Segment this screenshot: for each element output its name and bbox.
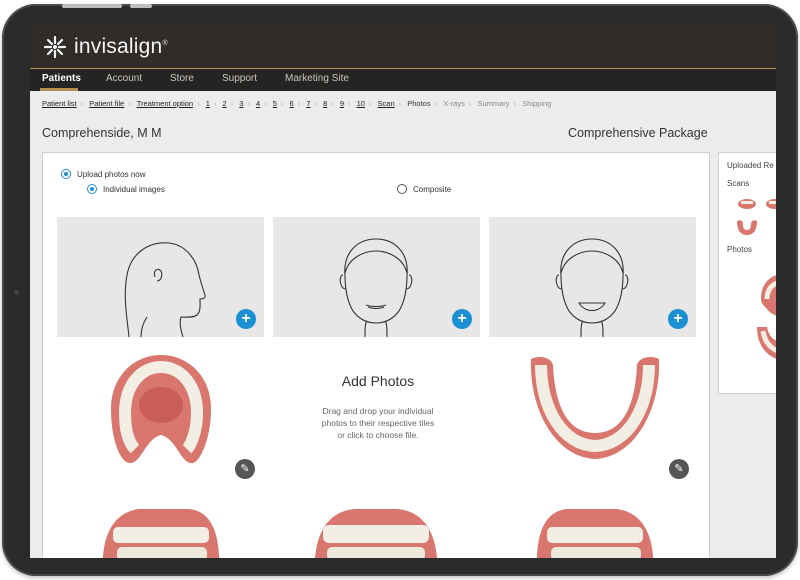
crumb-step-10[interactable]: 10 [357, 99, 365, 108]
frontal-face-illustration [339, 238, 413, 338]
brand-name: invisalign® [74, 35, 168, 58]
scan-thumbnail-arch[interactable] [735, 217, 759, 237]
starburst-icon [43, 35, 67, 59]
crumb-step-5[interactable]: 5 [273, 99, 277, 108]
photo-tile-profile[interactable]: + [57, 217, 264, 338]
front-bite-image[interactable] [311, 503, 441, 558]
left-bite-image[interactable] [533, 503, 657, 558]
radio-label: Composite [413, 184, 452, 194]
profile-face-illustration [124, 242, 206, 338]
main-nav: Patients Account Store Support Marketing… [30, 69, 776, 91]
dropzone-instructions: Drag and drop your individual photos to … [293, 405, 463, 441]
photo-upload-panel: Upload photos now Individual images Comp… [42, 152, 710, 558]
radio-label: Individual images [103, 184, 165, 194]
radio-individual-images[interactable]: Individual images [87, 184, 165, 194]
radio-indicator [61, 169, 71, 179]
crumb-step-6[interactable]: 6 [290, 99, 294, 108]
nav-store[interactable]: Store [170, 73, 194, 84]
photo-tile-smile[interactable]: + [489, 217, 696, 338]
crumb-step-4[interactable]: 4 [256, 99, 260, 108]
dropzone-line: Drag and drop your individual [322, 406, 434, 416]
screen: invisalign® Patients Account Store Suppo… [30, 26, 776, 558]
tablet-button [62, 4, 122, 8]
uploaded-records-title: Uploaded Re [727, 161, 774, 170]
crumb-shipping: Shipping [522, 99, 552, 108]
crumb-scan[interactable]: Scan [378, 99, 395, 108]
upper-arch-image[interactable] [101, 349, 221, 469]
crumb-summary: Summary [477, 99, 510, 108]
photo-thumbnails[interactable] [753, 269, 776, 365]
top-bar: invisalign® [30, 26, 776, 69]
scan-thumbnails[interactable] [737, 195, 776, 211]
brand-logo[interactable]: invisalign® [42, 34, 168, 60]
radio-upload-now[interactable]: Upload photos now [61, 169, 146, 179]
nav-active-indicator [40, 88, 78, 91]
photo-tile-frontal[interactable]: + [273, 217, 480, 338]
crumb-patient-file[interactable]: Patient file [89, 99, 124, 108]
breadcrumb: Patient list › Patient file › Treatment op… [42, 99, 552, 108]
tablet-button [130, 4, 152, 8]
nav-patients[interactable]: Patients [42, 73, 81, 84]
patient-name: Comprehenside, M M [42, 126, 162, 140]
scans-label: Scans [727, 179, 750, 188]
tablet-frame: invisalign® Patients Account Store Suppo… [2, 4, 798, 576]
smiling-face-illustration [555, 238, 629, 338]
crumb-step-9[interactable]: 9 [340, 99, 344, 108]
crumb-treatment-option[interactable]: Treatment option [137, 99, 193, 108]
dropzone-line: or click to choose file. [337, 430, 419, 440]
crumb-photos-current: Photos [407, 99, 431, 108]
crumb-step-2[interactable]: 2 [222, 99, 226, 108]
lower-arch-image[interactable] [525, 349, 665, 469]
crumb-step-8[interactable]: 8 [323, 99, 327, 108]
dropzone-title: Add Photos [341, 373, 415, 389]
crumb-step-7[interactable]: 7 [306, 99, 310, 108]
radio-label: Upload photos now [77, 169, 146, 179]
right-bite-image[interactable] [99, 503, 223, 558]
crumb-step-1[interactable]: 1 [206, 99, 210, 108]
package-name: Comprehensive Package [568, 126, 708, 140]
crumb-xrays: X-rays [443, 99, 465, 108]
dropzone-line: photos to their respective tiles [321, 418, 435, 428]
edit-lower-arch-button[interactable]: ✎ [669, 459, 689, 479]
radio-composite[interactable]: Composite [397, 184, 451, 194]
add-photo-profile-button[interactable]: + [236, 309, 256, 329]
radio-indicator [397, 184, 407, 194]
radio-indicator [87, 184, 97, 194]
nav-support[interactable]: Support [222, 73, 257, 84]
add-photo-frontal-button[interactable]: + [452, 309, 472, 329]
uploaded-records-panel: Uploaded Re Scans Photos [718, 152, 776, 394]
crumb-step-3[interactable]: 3 [239, 99, 243, 108]
photos-label: Photos [727, 245, 752, 254]
nav-account[interactable]: Account [106, 73, 142, 84]
edit-upper-arch-button[interactable]: ✎ [235, 459, 255, 479]
add-photo-smile-button[interactable]: + [668, 309, 688, 329]
camera-dot [14, 290, 19, 295]
crumb-patient-list[interactable]: Patient list [42, 99, 77, 108]
nav-marketing-site[interactable]: Marketing Site [285, 73, 349, 84]
